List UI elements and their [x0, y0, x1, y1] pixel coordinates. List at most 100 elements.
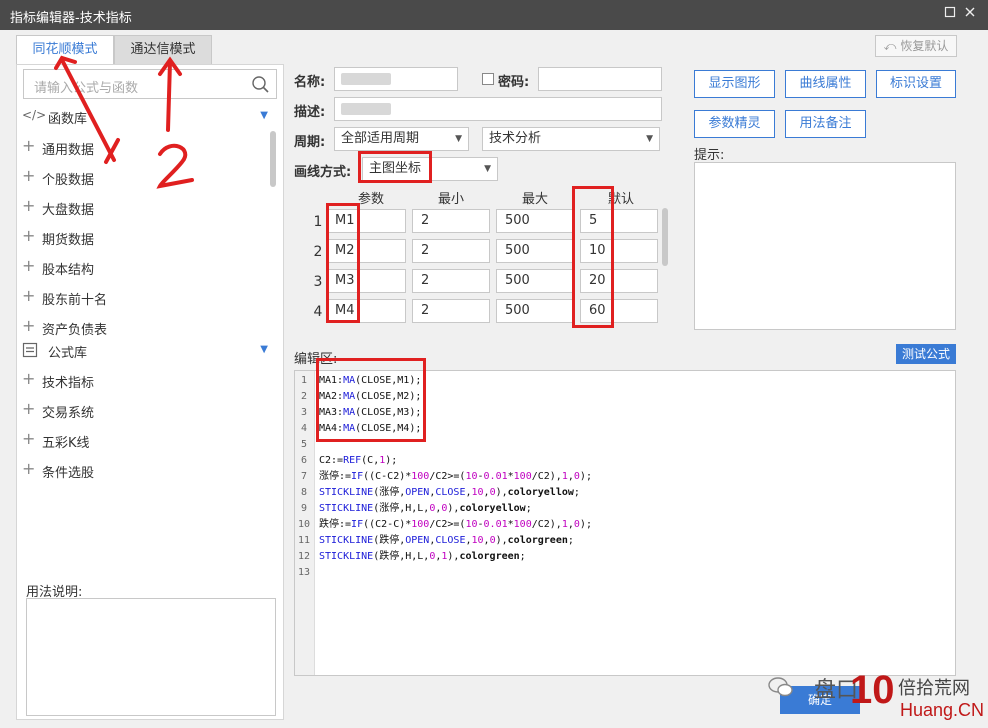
param-header-min: 最小 — [437, 192, 464, 207]
test-formula-button[interactable]: 测试公式 — [896, 344, 956, 364]
param-min-cell[interactable]: 2 — [412, 299, 490, 323]
function-lib-label: 函数库 — [48, 112, 88, 127]
desc-field[interactable] — [334, 97, 662, 121]
chevron-down-icon: ▼ — [260, 344, 268, 355]
plus-icon: + — [22, 369, 36, 388]
param-row-index: 4 — [313, 304, 323, 320]
plus-icon: + — [22, 136, 36, 155]
param-min-cell[interactable]: 2 — [412, 269, 490, 293]
password-checkbox[interactable] — [482, 73, 494, 85]
tree-item[interactable]: + 期货数据 — [22, 226, 262, 248]
code-line: 13 — [297, 567, 311, 578]
name-field[interactable] — [334, 67, 458, 91]
restore-default-button[interactable]: ⤺ 恢复默认 — [875, 35, 957, 57]
param-max-cell[interactable]: 500 — [496, 299, 574, 323]
param-row-index: 2 — [313, 244, 323, 260]
formula-lib-label: 公式库 — [48, 346, 88, 361]
tree-item[interactable]: + 资产负债表 — [22, 316, 262, 338]
annotation-box — [572, 186, 614, 328]
code-line: 9 STICKLINE(涨停,H,L,0,0),coloryellow; — [300, 503, 532, 514]
tree-item[interactable]: + 条件选股 — [22, 459, 262, 481]
redacted-text — [341, 103, 391, 115]
code-line: 11 STICKLINE(跌停,OPEN,CLOSE,10,0),colorgre… — [297, 535, 574, 546]
chevron-down-icon: ▼ — [455, 134, 462, 144]
usage-textarea[interactable] — [26, 598, 276, 716]
tree-item[interactable]: + 股本结构 — [22, 256, 262, 278]
code-line: 8 STICKLINE(涨停,OPEN,CLOSE,10,0),coloryell… — [300, 487, 580, 498]
tree-item[interactable]: + 股东前十名 — [22, 286, 262, 308]
list-icon — [22, 342, 42, 358]
redacted-text — [341, 73, 391, 85]
plus-icon: + — [22, 316, 36, 335]
marker-settings-button[interactable]: 标识设置 — [876, 70, 956, 98]
hint-textarea[interactable] — [694, 162, 956, 330]
plus-icon: + — [22, 399, 36, 418]
code-line: 6 C2:=REF(C,1); — [300, 455, 398, 466]
hint-label: 提示: — [694, 148, 725, 163]
tree-item[interactable]: + 五彩K线 — [22, 429, 262, 451]
watermark-url: Huang.CN — [900, 700, 985, 720]
watermark-text: 倍拾荒网 — [898, 678, 970, 698]
tab-label: 通达信模式 — [130, 42, 196, 57]
code-icon: </> — [22, 108, 47, 122]
annotation-box — [326, 203, 360, 323]
title-bar: 指标编辑器-技术指标 — [0, 0, 988, 30]
show-graph-button[interactable]: 显示图形 — [694, 70, 775, 98]
param-row-index: 1 — [313, 214, 323, 230]
tab-ths-mode[interactable]: 同花顺模式 — [16, 35, 114, 65]
code-line: 12 STICKLINE(跌停,H,L,0,1),colorgreen; — [297, 551, 526, 562]
param-wizard-button[interactable]: 参数精灵 — [694, 110, 775, 138]
annotation-box — [316, 358, 426, 442]
param-header-max: 最大 — [521, 192, 548, 207]
password-field[interactable] — [538, 67, 662, 91]
tree-item[interactable]: + 交易系统 — [22, 399, 262, 421]
watermark: 盘口 10 倍拾荒网 Huang.CN — [764, 664, 986, 724]
plus-icon: + — [22, 256, 36, 275]
window-title: 指标编辑器-技术指标 — [10, 11, 132, 26]
desc-label: 描述: — [294, 105, 326, 120]
maximize-icon[interactable] — [942, 6, 958, 22]
param-row-index: 3 — [313, 274, 323, 290]
annotation-box — [358, 151, 432, 183]
search-input[interactable]: 请输入公式与函数 — [23, 69, 277, 99]
search-placeholder: 请输入公式与函数 — [34, 81, 139, 96]
wechat-icon — [768, 676, 794, 698]
function-lib-header[interactable]: </> 函数库 ▼ — [22, 106, 278, 128]
chevron-down-icon: ▼ — [260, 110, 268, 121]
close-icon[interactable] — [962, 6, 978, 22]
tab-tdx-mode[interactable]: 通达信模式 — [114, 35, 212, 65]
category-select[interactable]: 技术分析 ▼ — [482, 127, 660, 151]
plus-icon: + — [22, 166, 36, 185]
params-scrollbar-thumb[interactable] — [662, 208, 668, 266]
plus-icon: + — [22, 196, 36, 215]
scrollbar-thumb[interactable] — [270, 131, 276, 187]
watermark-number: 10 — [850, 668, 895, 712]
usage-notes-button[interactable]: 用法备注 — [785, 110, 866, 138]
plus-icon: + — [22, 286, 36, 305]
period-select[interactable]: 全部适用周期 ▼ — [334, 127, 469, 151]
chevron-down-icon: ▼ — [484, 164, 491, 174]
param-min-cell[interactable]: 2 — [412, 239, 490, 263]
param-max-cell[interactable]: 500 — [496, 209, 574, 233]
draw-mode-label: 画线方式: — [294, 165, 352, 180]
param-min-cell[interactable]: 2 — [412, 209, 490, 233]
tree-item[interactable]: + 大盘数据 — [22, 196, 262, 218]
plus-icon: + — [22, 459, 36, 478]
tree-item[interactable]: + 通用数据 — [22, 136, 262, 158]
chevron-down-icon: ▼ — [646, 134, 653, 144]
password-label: 密码: — [498, 75, 530, 90]
undo-icon: ⤺ — [883, 39, 897, 53]
curve-props-button[interactable]: 曲线属性 — [785, 70, 866, 98]
code-line: 7 涨停:=IF((C-C2)*100/C2>=(10-0.01*100/C2),… — [300, 471, 592, 482]
formula-lib-header[interactable]: 公式库 ▼ — [22, 340, 278, 362]
search-icon[interactable] — [252, 76, 269, 93]
param-max-cell[interactable]: 500 — [496, 269, 574, 293]
tab-label: 同花顺模式 — [32, 42, 98, 57]
param-max-cell[interactable]: 500 — [496, 239, 574, 263]
name-label: 名称: — [294, 75, 326, 90]
plus-icon: + — [22, 226, 36, 245]
tree-item[interactable]: + 个股数据 — [22, 166, 262, 188]
tree-item[interactable]: + 技术指标 — [22, 369, 262, 391]
period-label: 周期: — [294, 135, 326, 150]
code-line: 10 跌停:=IF((C2-C)*100/C2>=(10-0.01*100/C2)… — [297, 519, 592, 530]
